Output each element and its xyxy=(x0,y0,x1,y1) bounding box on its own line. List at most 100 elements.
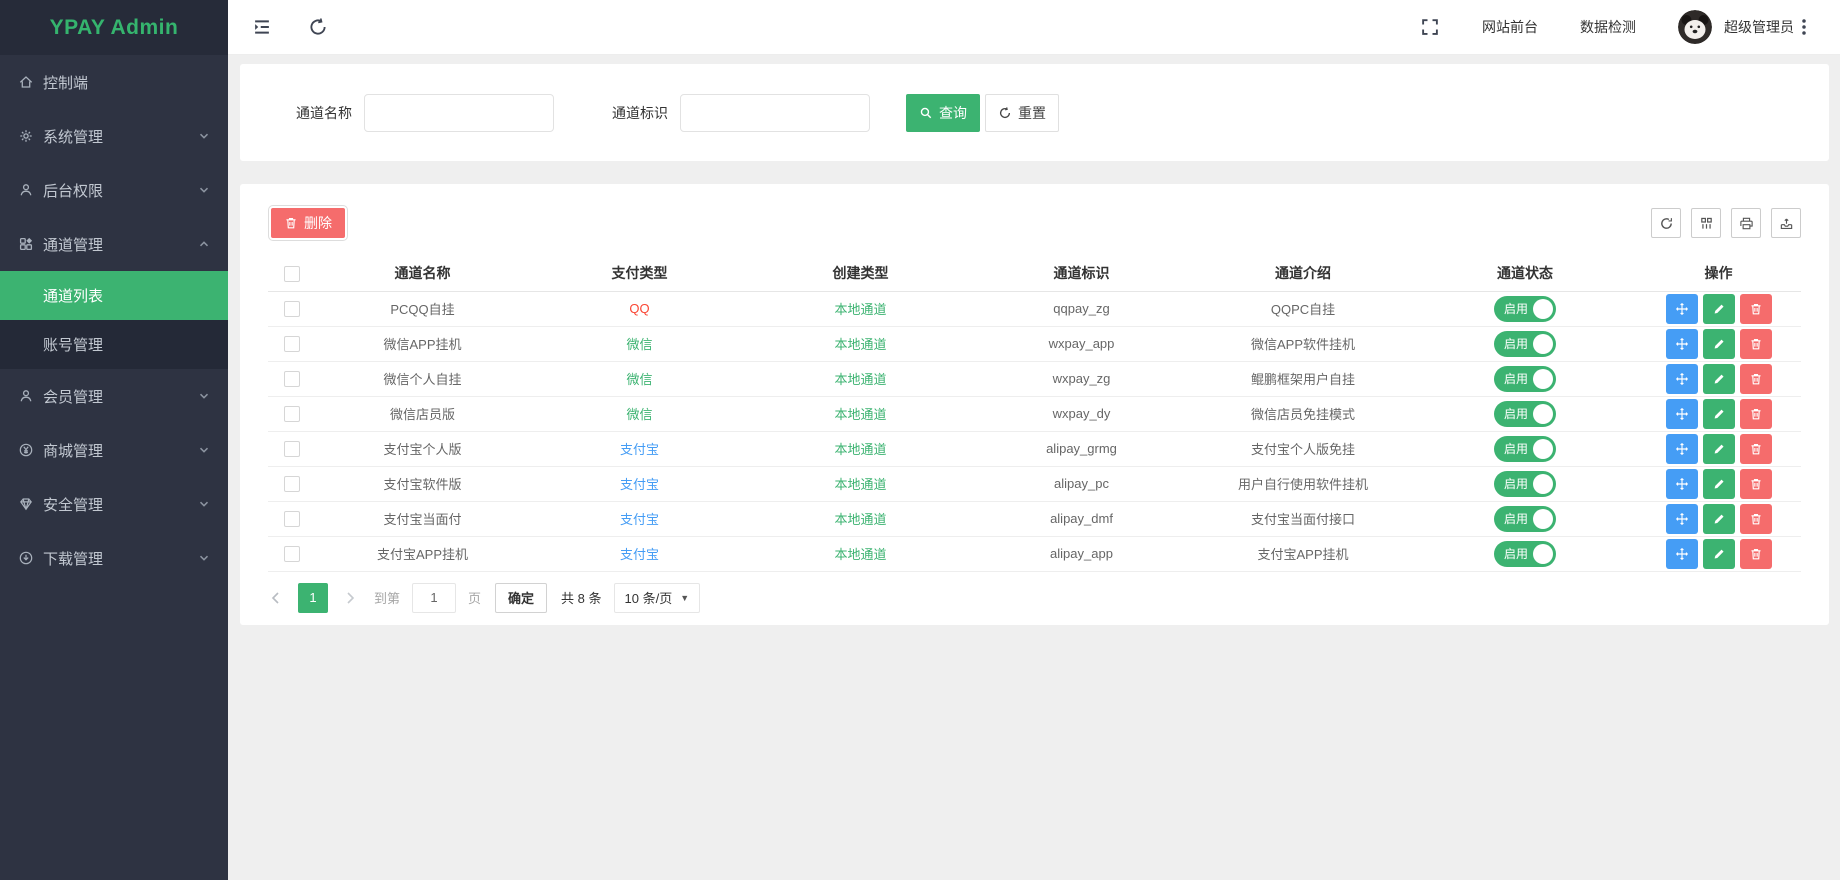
next-page-icon[interactable] xyxy=(342,590,358,606)
prev-page-icon[interactable] xyxy=(268,590,284,606)
cell-channel-desc: 鲲鹏框架用户自挂 xyxy=(1192,361,1414,396)
row-checkbox[interactable] xyxy=(284,336,300,352)
row-checkbox[interactable] xyxy=(284,441,300,457)
refresh-table-icon[interactable] xyxy=(1651,208,1681,238)
page-number-button[interactable]: 1 xyxy=(298,583,328,613)
status-toggle[interactable]: 启用 xyxy=(1494,331,1556,357)
sidebar-item[interactable]: 系统管理 xyxy=(0,109,228,163)
toggle-knob-icon xyxy=(1533,334,1553,354)
move-row-button[interactable] xyxy=(1666,469,1698,499)
fullscreen-icon[interactable] xyxy=(1420,17,1440,37)
link-site-front[interactable]: 网站前台 xyxy=(1482,17,1538,37)
edit-row-button[interactable] xyxy=(1703,399,1735,429)
move-row-button[interactable] xyxy=(1666,329,1698,359)
sidebar-item[interactable]: 通道管理 xyxy=(0,217,228,271)
row-checkbox[interactable] xyxy=(284,546,300,562)
sidebar-item[interactable]: 后台权限 xyxy=(0,163,228,217)
current-user[interactable]: 超级管理员 xyxy=(1724,17,1794,37)
channel-code-input[interactable] xyxy=(680,94,870,132)
query-button[interactable]: 查询 xyxy=(906,94,980,132)
toggle-knob-icon xyxy=(1533,369,1553,389)
move-row-button[interactable] xyxy=(1666,364,1698,394)
sidebar-item[interactable]: 会员管理 xyxy=(0,369,228,423)
cell-create-type: 本地通道 xyxy=(750,536,971,571)
move-row-button[interactable] xyxy=(1666,434,1698,464)
channel-name-input[interactable] xyxy=(364,94,554,132)
topbar: 网站前台 数据检测 超级管理员 xyxy=(228,0,1840,55)
edit-row-button[interactable] xyxy=(1703,364,1735,394)
row-checkbox[interactable] xyxy=(284,371,300,387)
toggle-knob-icon xyxy=(1533,299,1553,319)
chevron-down-icon xyxy=(198,184,210,196)
delete-row-button[interactable] xyxy=(1740,399,1772,429)
edit-row-button[interactable] xyxy=(1703,329,1735,359)
export-icon[interactable] xyxy=(1771,208,1801,238)
search-icon xyxy=(919,106,933,120)
chevron-down-icon xyxy=(198,444,210,456)
delete-row-button[interactable] xyxy=(1740,539,1772,569)
delete-selected-button[interactable]: 删除 xyxy=(271,208,345,238)
move-row-button[interactable] xyxy=(1666,294,1698,324)
print-icon[interactable] xyxy=(1731,208,1761,238)
move-row-button[interactable] xyxy=(1666,539,1698,569)
status-toggle[interactable]: 启用 xyxy=(1494,366,1556,392)
reset-button[interactable]: 重置 xyxy=(985,94,1059,132)
delete-row-button[interactable] xyxy=(1740,294,1772,324)
edit-row-button[interactable] xyxy=(1703,504,1735,534)
link-data-check[interactable]: 数据检测 xyxy=(1580,17,1636,37)
sidebar-item[interactable]: 控制端 xyxy=(0,55,228,109)
move-row-button[interactable] xyxy=(1666,504,1698,534)
edit-row-button[interactable] xyxy=(1703,434,1735,464)
row-checkbox[interactable] xyxy=(284,301,300,317)
collapse-menu-icon[interactable] xyxy=(252,17,272,37)
header-actions: 操作 xyxy=(1636,256,1801,291)
trash-icon xyxy=(284,216,298,230)
delete-row-button[interactable] xyxy=(1740,434,1772,464)
sidebar-subitem[interactable]: 通道列表 xyxy=(0,271,228,320)
table-row: 支付宝APP挂机支付宝本地通道alipay_app支付宝APP挂机启用 xyxy=(268,536,1801,571)
edit-row-button[interactable] xyxy=(1703,469,1735,499)
select-all-checkbox[interactable] xyxy=(284,266,300,282)
cell-channel-code: wxpay_zg xyxy=(971,361,1192,396)
cell-create-type: 本地通道 xyxy=(750,466,971,501)
status-toggle-label: 启用 xyxy=(1504,510,1528,527)
main-content: 通道名称 通道标识 查询 重置 删除 xyxy=(228,55,1840,880)
status-toggle[interactable]: 启用 xyxy=(1494,541,1556,567)
header-create-type: 创建类型 xyxy=(750,256,971,291)
trash-icon xyxy=(1749,337,1763,351)
sidebar-item[interactable]: 下载管理 xyxy=(0,531,228,585)
sidebar-subitem[interactable]: 账号管理 xyxy=(0,320,228,369)
status-toggle[interactable]: 启用 xyxy=(1494,296,1556,322)
status-toggle[interactable]: 启用 xyxy=(1494,401,1556,427)
row-checkbox[interactable] xyxy=(284,476,300,492)
status-toggle-label: 启用 xyxy=(1504,440,1528,457)
confirm-page-button[interactable]: 确定 xyxy=(495,583,547,613)
status-toggle[interactable]: 启用 xyxy=(1494,506,1556,532)
sidebar-item[interactable]: 商城管理 xyxy=(0,423,228,477)
row-checkbox[interactable] xyxy=(284,406,300,422)
columns-filter-icon[interactable] xyxy=(1691,208,1721,238)
edit-row-button[interactable] xyxy=(1703,539,1735,569)
delete-row-button[interactable] xyxy=(1740,469,1772,499)
sidebar-item-label: 安全管理 xyxy=(43,494,103,515)
chevron-down-icon xyxy=(198,498,210,510)
pencil-icon xyxy=(1712,337,1726,351)
sidebar-item[interactable]: 安全管理 xyxy=(0,477,228,531)
edit-row-button[interactable] xyxy=(1703,294,1735,324)
cell-create-type: 本地通道 xyxy=(750,361,971,396)
more-vertical-icon[interactable] xyxy=(1794,17,1814,37)
move-row-button[interactable] xyxy=(1666,399,1698,429)
delete-row-button[interactable] xyxy=(1740,364,1772,394)
page-size-select[interactable]: 10 条/页 ▼ xyxy=(614,583,701,613)
move-icon xyxy=(1675,477,1689,491)
status-toggle-label: 启用 xyxy=(1504,370,1528,387)
delete-row-button[interactable] xyxy=(1740,504,1772,534)
status-toggle[interactable]: 启用 xyxy=(1494,436,1556,462)
status-toggle[interactable]: 启用 xyxy=(1494,471,1556,497)
delete-row-button[interactable] xyxy=(1740,329,1772,359)
goto-label: 到第 xyxy=(374,588,400,607)
refresh-page-icon[interactable] xyxy=(308,17,328,37)
row-checkbox[interactable] xyxy=(284,511,300,527)
goto-page-input[interactable] xyxy=(412,583,456,613)
avatar[interactable] xyxy=(1678,10,1712,44)
